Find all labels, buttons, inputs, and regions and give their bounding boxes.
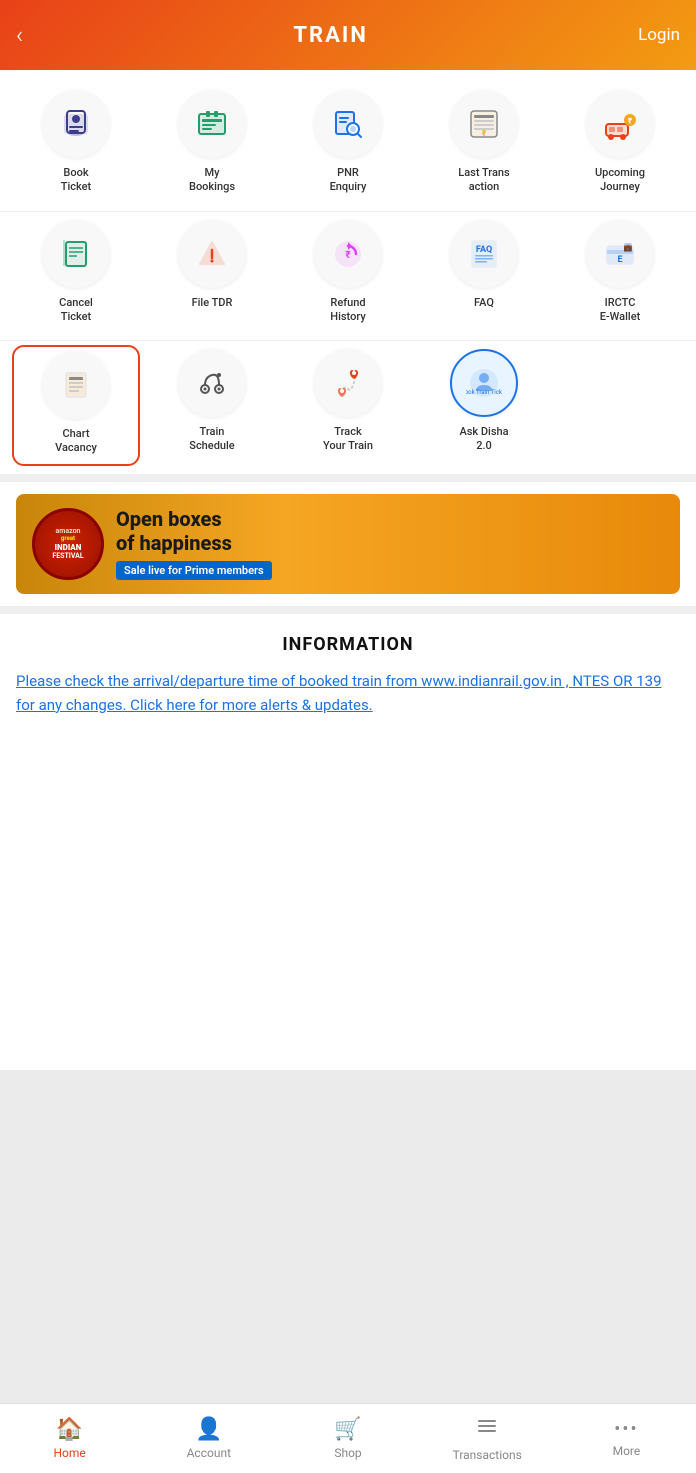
promo-banner[interactable]: amazon great INDIAN FESTIVAL Open boxeso… [16, 494, 680, 594]
my-bookings-label: MyBookings [189, 166, 235, 195]
nav-home-label: Home [53, 1446, 85, 1460]
svg-text:E: E [617, 255, 622, 265]
festival-badge: amazon great INDIAN FESTIVAL [32, 508, 104, 580]
banner-section: amazon great INDIAN FESTIVAL Open boxeso… [0, 482, 696, 606]
upcoming-journey-label: UpcomingJourney [595, 166, 645, 195]
svg-text:💼: 💼 [624, 244, 633, 252]
my-bookings-icon [178, 90, 246, 158]
train-schedule-label: TrainSchedule [189, 425, 234, 454]
information-section: INFORMATION Please check the arrival/dep… [0, 614, 696, 1070]
ask-disha-label: Ask Disha2.0 [459, 425, 508, 454]
faq-label: FAQ [474, 296, 494, 310]
last-transaction-label: Last Transaction [458, 166, 509, 195]
my-bookings-item[interactable]: MyBookings [148, 86, 276, 203]
app-header: ‹ TRAIN Login [0, 0, 696, 70]
nav-more-label: More [613, 1444, 641, 1458]
grid-row-3: ChartVacancy TrainSchedule [0, 340, 696, 474]
nav-shop-label: Shop [334, 1446, 361, 1460]
nav-account-label: Account [187, 1446, 231, 1460]
chart-vacancy-icon [42, 351, 110, 419]
grid-row-1: BookTicket MyBookings [0, 70, 696, 211]
file-tdr-icon [178, 220, 246, 288]
pnr-enquiry-item[interactable]: PNREnquiry [284, 86, 412, 203]
back-button[interactable]: ‹ [16, 21, 23, 49]
bottom-navigation: 🏠 Home 👤 Account 🛒 Shop Transactions •••… [0, 1403, 696, 1473]
banner-right: Open boxesof happiness Sale live for Pri… [104, 507, 664, 580]
book-ticket-icon [42, 90, 110, 158]
file-tdr-item[interactable]: File TDR [148, 216, 276, 333]
last-transaction-item[interactable]: ₹ Last Transaction [420, 86, 548, 203]
icon-grid-row2: CancelTicket File TDR ₹ Re [8, 216, 688, 333]
shop-icon: 🛒 [334, 1417, 361, 1442]
nav-more[interactable]: ••• More [557, 1404, 696, 1473]
ask-disha-item[interactable]: Book Train Ticket Ask Disha2.0 [420, 345, 548, 466]
train-schedule-icon [178, 349, 246, 417]
book-ticket-item[interactable]: BookTicket [12, 86, 140, 203]
transactions-icon [476, 1416, 498, 1444]
banner-left: amazon great INDIAN FESTIVAL [32, 508, 104, 580]
pnr-enquiry-icon [314, 90, 382, 158]
cancel-ticket-item[interactable]: CancelTicket [12, 216, 140, 333]
information-link[interactable]: Please check the arrival/departure time … [16, 672, 662, 714]
track-train-item[interactable]: TrackYour Train [284, 345, 412, 466]
irctc-ewallet-item[interactable]: E 💼 IRCTCE-Wallet [556, 216, 684, 333]
banner-main-text: Open boxesof happiness [116, 507, 664, 555]
banner-sub-text: Sale live for Prime members [116, 561, 272, 580]
grey-filler [0, 1070, 696, 1403]
section-divider-1 [0, 474, 696, 482]
ask-disha-icon: Book Train Ticket [450, 349, 518, 417]
last-transaction-icon: ₹ [450, 90, 518, 158]
track-train-label: TrackYour Train [323, 425, 373, 454]
train-schedule-item[interactable]: TrainSchedule [148, 345, 276, 466]
pnr-enquiry-label: PNREnquiry [330, 166, 367, 195]
nav-transactions[interactable]: Transactions [418, 1404, 557, 1473]
faq-item[interactable]: FAQ FAQ [420, 216, 548, 333]
nav-home[interactable]: 🏠 Home [0, 1404, 139, 1473]
refund-history-icon: ₹ [314, 220, 382, 288]
home-icon: 🏠 [56, 1417, 83, 1442]
upcoming-journey-icon: ₹ [586, 90, 654, 158]
icon-grid-row3: ChartVacancy TrainSchedule [8, 345, 688, 466]
upcoming-journey-item[interactable]: ₹ UpcomingJourney [556, 86, 684, 203]
track-train-icon [314, 349, 382, 417]
book-ticket-label: BookTicket [61, 166, 91, 195]
more-icon: ••• [614, 1419, 638, 1440]
refund-history-label: RefundHistory [330, 296, 365, 325]
information-title: INFORMATION [16, 634, 680, 655]
page-title: TRAIN [293, 23, 367, 48]
icon-grid-row1: BookTicket MyBookings [8, 86, 688, 203]
chart-vacancy-item[interactable]: ChartVacancy [12, 345, 140, 466]
cancel-ticket-icon [42, 220, 110, 288]
cancel-ticket-label: CancelTicket [59, 296, 93, 325]
nav-shop[interactable]: 🛒 Shop [278, 1404, 417, 1473]
empty-cell [556, 345, 684, 466]
section-divider-2 [0, 606, 696, 614]
file-tdr-label: File TDR [192, 296, 233, 310]
nav-transactions-label: Transactions [453, 1448, 522, 1462]
login-button[interactable]: Login [638, 25, 680, 45]
svg-text:Book Train Ticket: Book Train Ticket [466, 389, 502, 396]
chart-vacancy-label: ChartVacancy [55, 427, 97, 456]
refund-history-item[interactable]: ₹ RefundHistory [284, 216, 412, 333]
svg-text:FAQ: FAQ [476, 245, 492, 255]
irctc-ewallet-icon: E 💼 [586, 220, 654, 288]
faq-icon: FAQ [450, 220, 518, 288]
nav-account[interactable]: 👤 Account [139, 1404, 278, 1473]
account-icon: 👤 [195, 1417, 222, 1442]
svg-text:₹: ₹ [345, 250, 351, 261]
grid-row-2: CancelTicket File TDR ₹ Re [0, 211, 696, 341]
irctc-ewallet-label: IRCTCE-Wallet [600, 296, 641, 325]
